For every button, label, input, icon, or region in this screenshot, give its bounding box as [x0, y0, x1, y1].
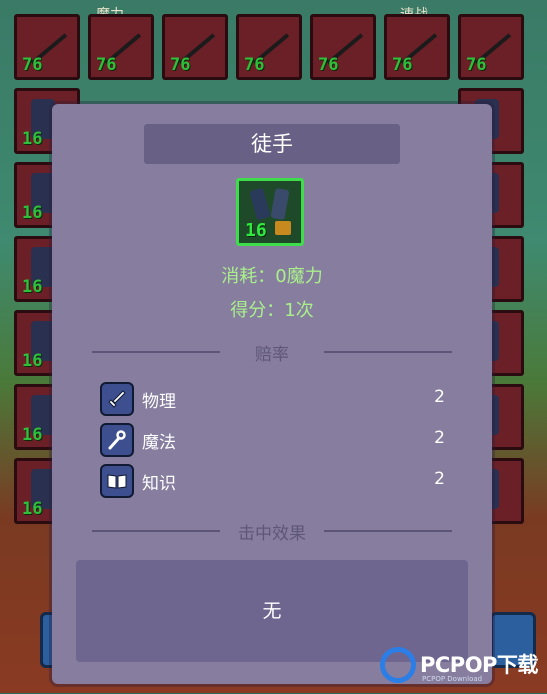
stat-row-magic: 魔法 2: [100, 423, 445, 457]
board-cell[interactable]: 76: [88, 14, 154, 80]
watermark-sub: PCPOP Download: [422, 675, 483, 683]
stat-row-knowledge: 知识 2: [100, 464, 445, 498]
cell-count: 76: [96, 55, 117, 75]
stat-label: 知识: [142, 474, 176, 494]
divider-right-effect: [324, 530, 452, 532]
book-icon: [100, 464, 134, 498]
cell-count: 76: [466, 55, 487, 75]
item-count: 16: [245, 220, 267, 241]
sword-icon: [100, 382, 134, 416]
board-cell[interactable]: 76: [458, 14, 524, 80]
score-text: 得分：1次: [230, 300, 314, 321]
cell-count: 76: [392, 55, 413, 75]
staff-icon: [100, 423, 134, 457]
item-slot: 16: [236, 178, 304, 246]
cost-text: 消耗：0魔力: [221, 266, 323, 287]
cell-count: 16: [22, 499, 43, 519]
cell-count: 16: [22, 425, 43, 445]
dialog-title: 徒手: [144, 124, 400, 164]
stat-label: 魔法: [142, 433, 176, 453]
item-detail-dialog: 徒手 16 消耗：0魔力 得分：1次 赔率 物理 2 魔法 2 知识 2 击中效…: [52, 104, 492, 684]
cell-count: 16: [22, 277, 43, 297]
stat-value: 2: [434, 469, 445, 489]
cell-count: 16: [22, 203, 43, 223]
board-cell[interactable]: 76: [14, 14, 80, 80]
watermark-logo-icon: [380, 647, 416, 683]
cell-count: 76: [244, 55, 265, 75]
watermark: PCPOP下载 PCPOP Download: [378, 645, 547, 693]
stat-row-physical: 物理 2: [100, 382, 445, 416]
stat-value: 2: [434, 387, 445, 407]
cell-count: 76: [170, 55, 191, 75]
board-cell[interactable]: 76: [384, 14, 450, 80]
cell-count: 16: [22, 129, 43, 149]
cell-count: 16: [22, 351, 43, 371]
stat-label: 物理: [142, 392, 176, 412]
cell-count: 76: [22, 55, 43, 75]
board-cell[interactable]: 76: [310, 14, 376, 80]
board-cell[interactable]: 76: [162, 14, 228, 80]
stat-value: 2: [434, 428, 445, 448]
board-cell[interactable]: 76: [236, 14, 302, 80]
divider-right-odds: [324, 351, 452, 353]
cell-count: 76: [318, 55, 339, 75]
